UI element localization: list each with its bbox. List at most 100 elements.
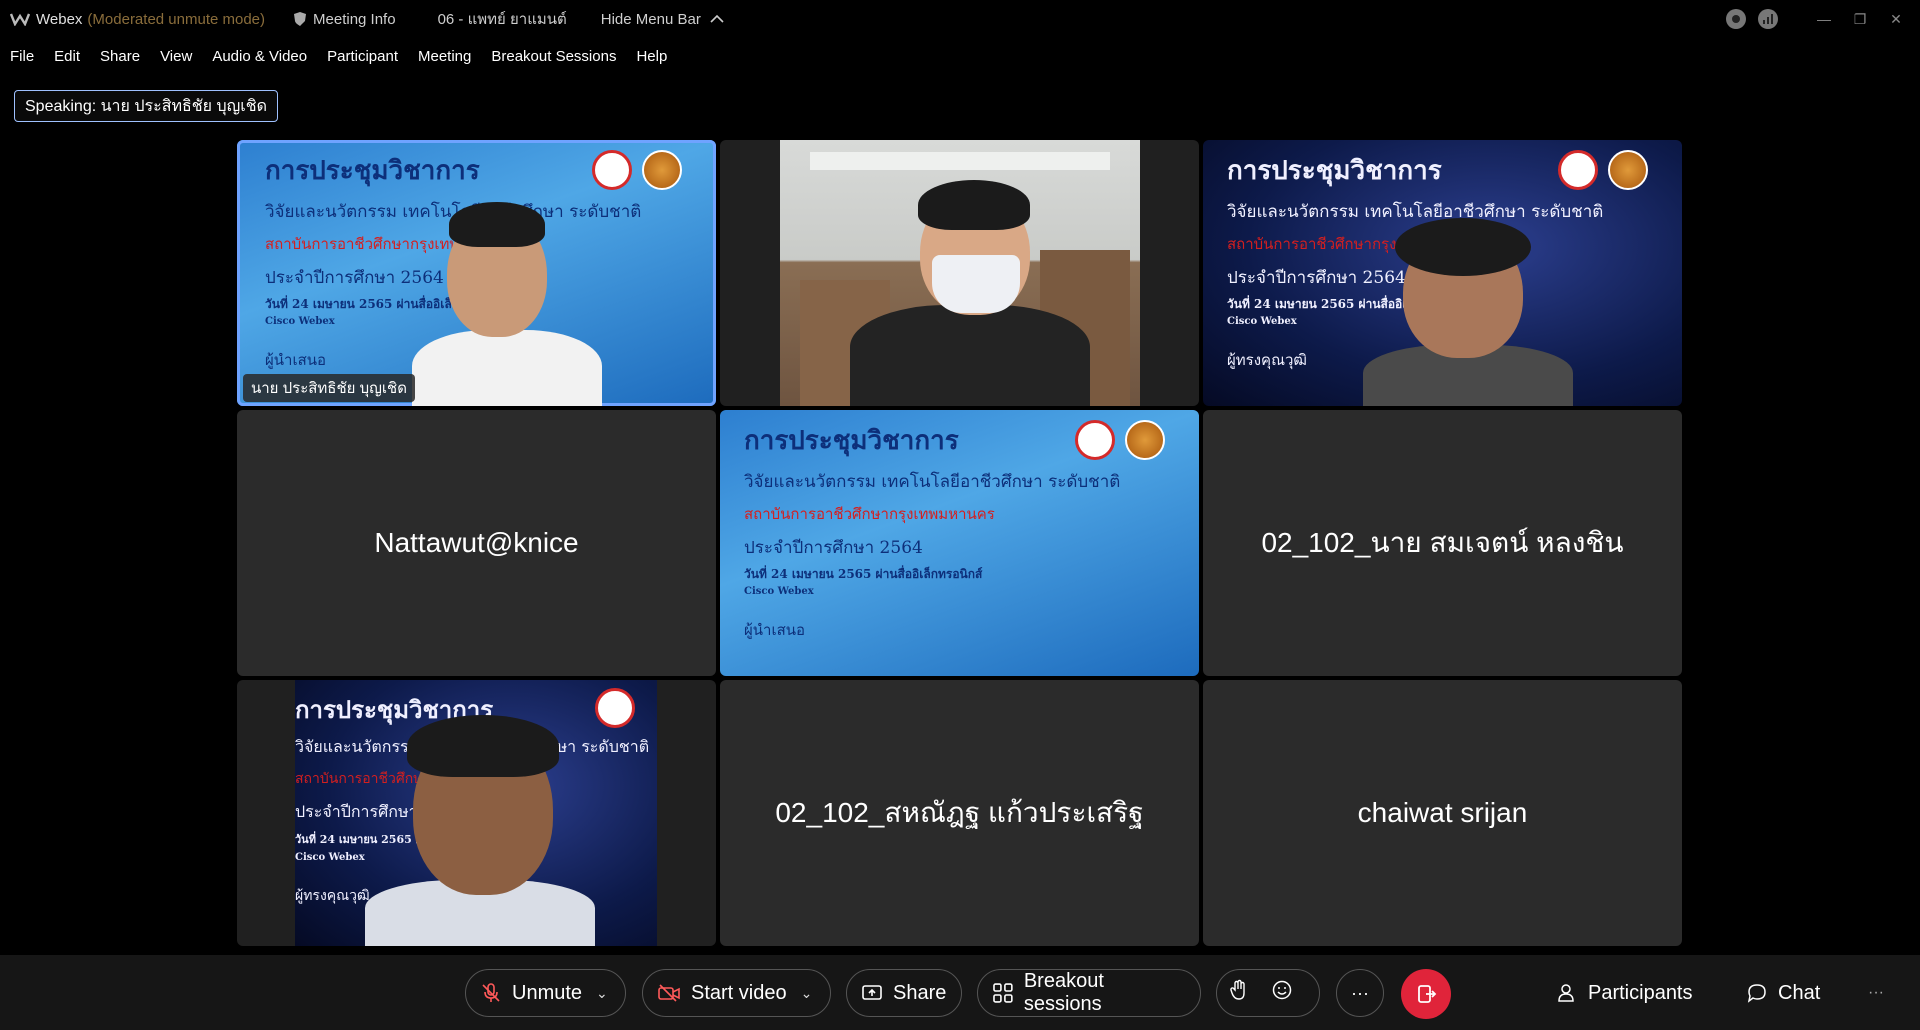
slide-line-6: ผู้นำเสนอ: [265, 351, 327, 369]
hide-menu-bar-button[interactable]: Hide Menu Bar: [601, 11, 725, 28]
minimize-icon[interactable]: —: [1806, 0, 1842, 38]
hide-menu-bar-label: Hide Menu Bar: [600, 10, 701, 28]
slide-title: การประชุมวิชาการ: [265, 156, 480, 186]
vepa-logo-icon-7: [595, 688, 635, 728]
person3-hair: [1395, 218, 1531, 276]
slide5-line-5: Cisco Webex: [744, 586, 814, 597]
vepa-logo-icon: [592, 150, 632, 190]
breakout-sessions-button[interactable]: Breakout sessions: [977, 969, 1201, 1017]
ceiling: [810, 152, 1110, 170]
slide7-line-5: Cisco Webex: [295, 852, 365, 863]
share-screen-icon: [862, 985, 882, 1000]
chevron-up-icon: [710, 14, 724, 23]
meeting-info-label: Meeting Info: [313, 10, 396, 28]
more-options-button[interactable]: ···: [1336, 969, 1384, 1017]
close-icon[interactable]: ✕: [1878, 0, 1914, 38]
menu-share[interactable]: Share: [100, 48, 140, 65]
participant-name: 02_102_สหณัฎฐ แก้วประเสริฐ: [775, 797, 1144, 828]
slide3-line-5: Cisco Webex: [1227, 316, 1297, 327]
institution-seal-icon: [642, 150, 682, 190]
menu-meeting[interactable]: Meeting: [418, 48, 471, 65]
participant-tile-5[interactable]: การประชุมวิชาการ วิจัยและนวัตกรรม เทคโนโ…: [720, 410, 1199, 676]
chevron-down-icon[interactable]: ⌄: [596, 985, 608, 1002]
title-bar: Webex (Moderated unmute mode) Meeting In…: [0, 0, 1920, 38]
app-name: Webex: [36, 10, 83, 28]
recording-indicator-icon[interactable]: [1726, 9, 1746, 29]
restore-icon[interactable]: ❐: [1842, 0, 1878, 38]
slide-line-5: Cisco Webex: [265, 316, 335, 327]
participant-tile-6[interactable]: 02_102_นาย สมเจตน์ หลงชิน: [1203, 410, 1682, 676]
slide3-line-3: ประจำปีการศึกษา 2564: [1227, 268, 1406, 288]
institution-seal-icon-3: [1608, 150, 1648, 190]
reactions-icon[interactable]: [1271, 979, 1293, 1007]
slide5-line-4: วันที่ 24 เมษายน 2565 ผ่านสื่ออิเล็กทรอน…: [744, 567, 983, 581]
participant7-video: การประชุมวิชาการ วิจัยและนวัตกรรม เทคโนโ…: [295, 680, 657, 946]
office-video: [780, 140, 1140, 406]
unmute-button[interactable]: Unmute ⌄: [465, 969, 626, 1017]
meeting-number: 06 - แพทย์ ยาแมนต์: [437, 11, 567, 28]
share-button[interactable]: Share: [846, 969, 962, 1017]
speaker-body: [412, 330, 602, 406]
unmute-label: Unmute: [512, 981, 583, 1004]
webex-logo-icon: [10, 12, 30, 26]
participant-tile-7[interactable]: การประชุมวิชาการ วิจัยและนวัตกรรม เทคโนโ…: [237, 680, 716, 946]
leave-icon: [1418, 985, 1437, 1003]
person7-hair: [407, 715, 559, 777]
menu-file[interactable]: File: [10, 48, 34, 65]
vepa-logo-icon-3: [1558, 150, 1598, 190]
participant-name: chaiwat srijan: [1357, 797, 1528, 828]
menu-breakout-sessions[interactable]: Breakout Sessions: [491, 48, 616, 65]
slide3-line-1: วิจัยและนวัตกรรม เทคโนโลยีอาชีวศึกษา ระด…: [1227, 202, 1604, 222]
menu-bar: File Edit Share View Audio & Video Parti…: [0, 44, 677, 68]
chevron-down-icon[interactable]: ⌄: [801, 985, 813, 1002]
breakout-grid-icon: [993, 983, 1013, 1003]
moderated-mode-label: (Moderated unmute mode): [87, 10, 266, 28]
speaking-indicator: Speaking: นาย ประสิทธิชัย บุญเชิด: [14, 90, 278, 122]
slide5-line-1: วิจัยและนวัตกรรม เทคโนโลยีอาชีวศึกษา ระด…: [744, 472, 1121, 492]
slide5-line-6: ผู้นำเสนอ: [744, 621, 806, 639]
participant-tile-1[interactable]: การประชุมวิชาการ วิจัยและนวัตกรรม เทคโนโ…: [237, 140, 716, 406]
start-video-button[interactable]: Start video ⌄: [642, 969, 831, 1017]
microphone-muted-icon: [482, 983, 500, 1002]
video-off-icon: [658, 984, 680, 1002]
slide5-title: การประชุมวิชาการ: [744, 426, 959, 456]
start-video-label: Start video: [691, 981, 787, 1004]
shield-icon: [294, 12, 307, 26]
slide3-line-6: ผู้ทรงคุณวุฒิ: [1227, 351, 1307, 369]
menu-view[interactable]: View: [160, 48, 192, 65]
participant-tile-8[interactable]: 02_102_สหณัฎฐ แก้วประเสริฐ: [720, 680, 1199, 946]
participants-button[interactable]: Participants: [1556, 969, 1693, 1017]
network-stats-icon[interactable]: [1758, 9, 1778, 29]
chat-button[interactable]: Chat: [1746, 969, 1820, 1017]
participant-tile-9[interactable]: chaiwat srijan: [1203, 680, 1682, 946]
participant-name: 02_102_นาย สมเจตน์ หลงชิน: [1261, 527, 1624, 558]
raise-hand-icon[interactable]: [1229, 979, 1249, 1007]
leave-meeting-button[interactable]: [1401, 969, 1451, 1019]
chat-icon: [1747, 984, 1766, 1003]
participant-tile-3[interactable]: การประชุมวิชาการ วิจัยและนวัตกรรม เทคโนโ…: [1203, 140, 1682, 406]
chat-label: Chat: [1778, 981, 1821, 1004]
slide-title-3: การประชุมวิชาการ: [1227, 156, 1442, 186]
menu-audio-video[interactable]: Audio & Video: [212, 48, 307, 65]
speaker-name-label: นาย ประสิทธิชัย บุญเชิด: [243, 374, 415, 402]
participants-icon: [1558, 984, 1574, 1002]
person2-body: [850, 305, 1090, 406]
overflow-menu-button[interactable]: ···: [1868, 969, 1884, 1017]
breakout-sessions-label: Breakout sessions: [1023, 970, 1104, 1015]
video-grid: การประชุมวิชาการ วิจัยและนวัตกรรม เทคโนโ…: [237, 140, 1682, 946]
participant-tile-4[interactable]: Nattawut@knice: [237, 410, 716, 676]
meeting-controls-bar: Unmute ⌄ Start video ⌄ Share Breakout se…: [0, 955, 1920, 1030]
participant-name: Nattawut@knice: [374, 527, 579, 558]
slide7-line-6: ผู้ทรงคุณวุฒิ: [295, 888, 370, 904]
share-label: Share: [893, 981, 947, 1004]
institution-seal-icon-5: [1125, 420, 1165, 460]
vepa-logo-icon-5: [1075, 420, 1115, 460]
face-mask: [932, 255, 1020, 313]
menu-help[interactable]: Help: [636, 48, 667, 65]
menu-edit[interactable]: Edit: [54, 48, 80, 65]
speaker-hair: [449, 202, 545, 247]
menu-participant[interactable]: Participant: [327, 48, 398, 65]
participant-tile-2[interactable]: [720, 140, 1199, 406]
reactions-group: [1216, 969, 1320, 1017]
meeting-info-button[interactable]: Meeting Info: [293, 11, 396, 28]
